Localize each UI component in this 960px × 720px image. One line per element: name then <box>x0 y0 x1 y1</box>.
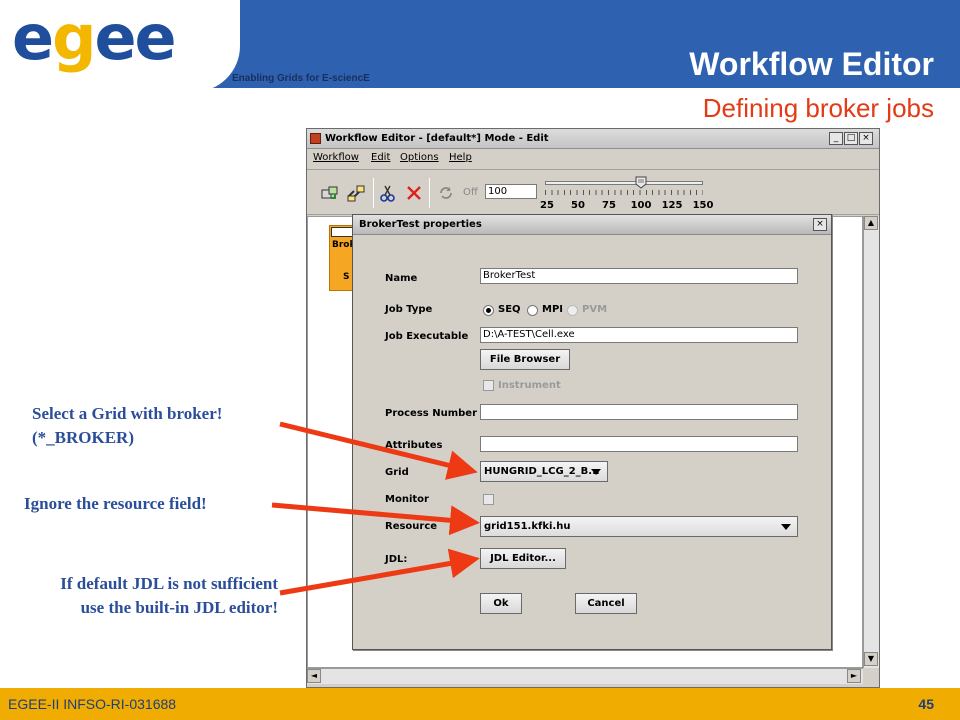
scroll-right-icon[interactable]: ► <box>847 669 861 683</box>
toolbar: Off 100 25 50 75 100 125 150 <box>307 169 879 215</box>
vertical-scrollbar[interactable]: ▲ ▼ <box>863 216 879 668</box>
attributes-label: Attributes <box>385 440 443 451</box>
monitor-label: Monitor <box>385 494 429 505</box>
instrument-checkbox[interactable] <box>483 380 494 391</box>
attributes-field[interactable] <box>480 436 798 452</box>
zoom-tick-label: 75 <box>602 200 616 211</box>
zoom-slider-thumb[interactable] <box>635 174 647 189</box>
grid-label: Grid <box>385 467 409 478</box>
toolbar-separator <box>429 178 430 208</box>
scroll-left-icon[interactable]: ◄ <box>307 669 321 683</box>
toolbar-separator <box>373 178 374 208</box>
window-titlebar[interactable]: Workflow Editor - [default*] Mode - Edit… <box>307 129 879 149</box>
grid-select[interactable]: HUNGRID_LCG_2_B... <box>480 461 608 482</box>
name-label: Name <box>385 273 418 284</box>
chevron-down-icon <box>781 524 791 530</box>
maximize-button[interactable]: □ <box>844 132 858 145</box>
horizontal-scrollbar[interactable]: ◄ ► <box>307 668 863 684</box>
radio-mpi-label: MPI <box>542 304 564 315</box>
name-field[interactable]: BrokerTest <box>480 268 798 284</box>
cut-icon[interactable] <box>377 182 399 204</box>
radio-pvm-label: PVM <box>582 304 608 315</box>
radio-pvm[interactable] <box>567 305 578 316</box>
jdl-note: If default JDL is not sufficient use the… <box>6 572 278 620</box>
zoom-tick-label: 25 <box>540 200 554 211</box>
zoom-tick-label: 50 <box>571 200 585 211</box>
menu-help[interactable]: Help <box>449 152 472 163</box>
grid-note: Select a Grid with broker! (*_BROKER) <box>32 402 222 450</box>
tagline: Enabling Grids for E-sciencE <box>232 73 370 84</box>
footer-text: EGEE-II INFSO-RI-031688 <box>8 696 177 712</box>
jdl-label: JDL: <box>385 554 408 565</box>
cancel-button[interactable]: Cancel <box>575 593 637 614</box>
radio-mpi[interactable] <box>527 305 538 316</box>
ok-button[interactable]: Ok <box>480 593 522 614</box>
dialog-titlebar[interactable]: BrokerTest properties × <box>353 215 831 235</box>
refresh-icon[interactable] <box>435 182 457 204</box>
resource-select-value: grid151.kfki.hu <box>484 521 571 532</box>
dialog-title: BrokerTest properties <box>359 219 482 230</box>
process-number-field[interactable] <box>480 404 798 420</box>
scroll-down-icon[interactable]: ▼ <box>864 652 878 666</box>
chevron-down-icon <box>591 469 601 475</box>
jdl-editor-button[interactable]: JDL Editor... <box>480 548 566 569</box>
file-browser-button[interactable]: File Browser <box>480 349 570 370</box>
menu-workflow[interactable]: Workflow <box>313 152 359 163</box>
radio-seq[interactable] <box>483 305 494 316</box>
resource-select[interactable]: grid151.kfki.hu <box>480 516 798 537</box>
zoom-off-label: Off <box>463 187 478 198</box>
job-type-label: Job Type <box>385 304 433 315</box>
slide-subtitle: Defining broker jobs <box>702 93 934 123</box>
dialog-close-button[interactable]: × <box>813 218 827 231</box>
radio-seq-label: SEQ <box>498 304 521 315</box>
footer-bar: EGEE-II INFSO-RI-031688 45 <box>0 688 960 720</box>
zoom-slider-track[interactable] <box>545 181 703 185</box>
grid-note-line2: (*_BROKER) <box>32 428 134 447</box>
grid-select-value: HUNGRID_LCG_2_B... <box>484 466 600 477</box>
jdl-note-line1: If default JDL is not sufficient <box>60 574 278 593</box>
job-executable-label: Job Executable <box>385 331 469 342</box>
zoom-tick-label: 125 <box>661 200 683 211</box>
new-job-icon[interactable] <box>319 182 341 204</box>
jdl-note-line2: use the built-in JDL editor! <box>80 598 278 617</box>
delete-icon[interactable] <box>403 182 425 204</box>
resource-note: Ignore the resource field! <box>24 494 207 513</box>
broker-properties-dialog: BrokerTest properties × Name BrokerTest … <box>352 214 832 650</box>
monitor-checkbox[interactable] <box>483 494 494 505</box>
scroll-up-icon[interactable]: ▲ <box>864 216 878 230</box>
logo-area: egee <box>0 0 240 92</box>
zoom-tick-label: 100 <box>630 200 652 211</box>
page-number: 45 <box>918 696 934 712</box>
job-node-type: S <box>343 272 350 282</box>
resource-label: Resource <box>385 521 438 532</box>
connect-icon[interactable] <box>345 182 367 204</box>
job-executable-field[interactable]: D:\A-TEST\Cell.exe <box>480 327 798 343</box>
minimize-button[interactable]: _ <box>829 132 843 145</box>
menu-bar: Workflow Edit Options Help <box>307 150 879 168</box>
egee-logo: egee <box>12 1 177 74</box>
close-button[interactable]: × <box>859 132 873 145</box>
grid-note-line1: Select a Grid with broker! <box>32 404 223 423</box>
instrument-label: Instrument <box>498 380 561 391</box>
zoom-slider-ticks <box>545 190 703 195</box>
menu-edit[interactable]: Edit <box>371 152 390 163</box>
zoom-tick-label: 150 <box>692 200 714 211</box>
slide-title: Workflow Editor <box>689 46 934 82</box>
zoom-input[interactable]: 100 <box>485 184 537 199</box>
window-title: Workflow Editor - [default*] Mode - Edit <box>325 133 549 144</box>
process-number-label: Process Number <box>385 408 478 419</box>
app-icon <box>310 133 321 144</box>
menu-options[interactable]: Options <box>400 152 439 163</box>
